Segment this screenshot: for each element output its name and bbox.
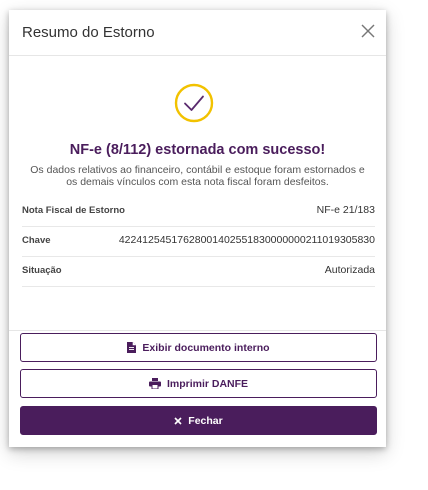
view-internal-document-label: Exibir documento interno (142, 341, 270, 354)
detail-value: Autorizada (324, 264, 375, 276)
success-title: NF-e (8/112) estornada com sucesso! (69, 142, 326, 158)
view-internal-document-button[interactable]: Exibir documento interno (20, 333, 377, 362)
file-icon (127, 342, 137, 353)
printer-icon (148, 378, 161, 390)
detail-value: 4224125451762800140255183000000021101930… (118, 234, 375, 246)
reversal-summary-modal: Resumo do Estorno NF-e (8/112) estornada… (9, 10, 386, 447)
close-button[interactable]: Fechar (20, 406, 377, 435)
detail-label: Nota Fiscal de Estorno (22, 205, 125, 216)
close-button-label: Fechar (188, 414, 223, 427)
print-danfe-label: Imprimir DANFE (166, 377, 249, 390)
x-icon (174, 416, 182, 425)
detail-value: NF-e 21/183 (316, 204, 375, 216)
detail-row-key: Chave 4224125451762800140255183000000021… (22, 227, 375, 257)
print-danfe-button[interactable]: Imprimir DANFE (20, 369, 377, 398)
detail-label: Situação (22, 265, 62, 276)
detail-row-invoice: Nota Fiscal de Estorno NF-e 21/183 (22, 197, 375, 227)
close-icon[interactable] (360, 23, 376, 39)
success-description: Os dados relativos ao financeiro, contáb… (19, 164, 376, 188)
footer-divider (9, 330, 386, 331)
check-circle-icon (174, 83, 214, 123)
detail-label: Chave (22, 235, 51, 246)
detail-row-status: Situação Autorizada (22, 257, 375, 287)
modal-header: Resumo do Estorno (9, 10, 386, 56)
success-description-line-2: os demais vínculos com esta nota fiscal … (66, 176, 329, 188)
modal-title: Resumo do Estorno (22, 24, 155, 41)
success-description-line-1: Os dados relativos ao financeiro, contáb… (30, 164, 365, 176)
